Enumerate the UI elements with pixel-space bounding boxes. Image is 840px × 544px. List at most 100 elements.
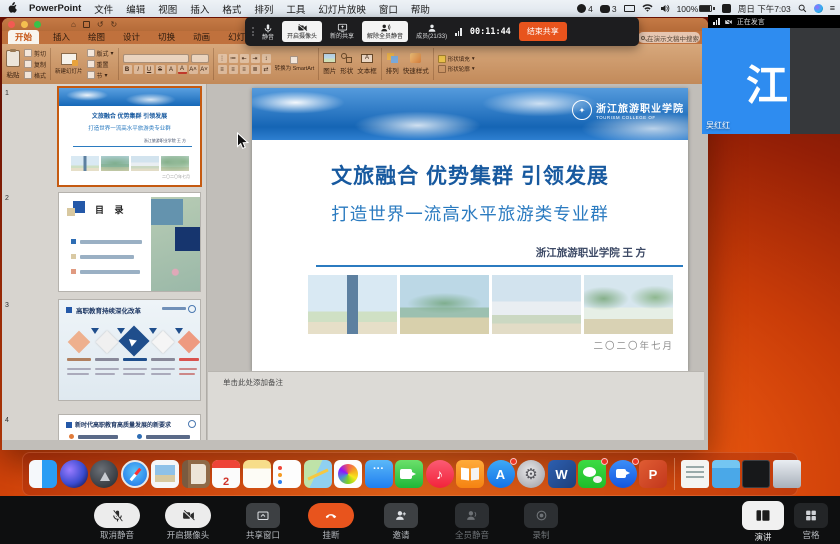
call-status-icon[interactable]: 4 xyxy=(577,4,593,14)
dock-contacts-icon[interactable] xyxy=(182,460,210,488)
justify-button[interactable]: ≣ xyxy=(251,65,260,74)
slide-thumbnail-panel[interactable]: 1 2 3 4 文旅融合 优势集群 引领发展 打造世界一流高水平旅游类专业群 浙… xyxy=(2,84,207,440)
dock-calendar-icon[interactable]: 2 xyxy=(212,460,240,488)
gallery-view-button[interactable]: 宫格 xyxy=(794,503,828,540)
decrease-font-button[interactable]: A˅ xyxy=(200,65,209,74)
dock-safari-icon[interactable] xyxy=(121,460,149,488)
underline-button[interactable]: U xyxy=(145,65,154,74)
dock-reminders-icon[interactable] xyxy=(273,460,301,488)
convert-smartart-button[interactable]: 转换为 SmartArt xyxy=(275,56,315,72)
format-painter-button[interactable]: 格式 xyxy=(24,71,46,80)
wifi-icon[interactable] xyxy=(642,4,653,13)
paste-button[interactable]: 粘贴 xyxy=(6,50,20,79)
font-size-select[interactable] xyxy=(191,54,209,63)
layout-button[interactable]: 版式▾ xyxy=(87,49,114,58)
align-center-button[interactable]: ≡ xyxy=(229,65,238,74)
text-shadow-button[interactable]: A xyxy=(167,65,176,74)
save-icon[interactable] xyxy=(83,21,90,28)
speaker-view-button[interactable]: 演讲 xyxy=(742,501,784,542)
strikethrough-button[interactable]: S xyxy=(156,65,165,74)
participant-video-panel[interactable]: 江 吴红红 xyxy=(702,28,840,134)
slide-thumbnail-2[interactable]: 目 录 xyxy=(59,193,200,291)
menu-insert[interactable]: 插入 xyxy=(190,2,209,16)
align-left-button[interactable]: ≡ xyxy=(218,65,227,74)
slide-title[interactable]: 文旅融合 优势集群 引领发展 xyxy=(252,160,688,190)
menu-view[interactable]: 视图 xyxy=(158,2,177,16)
copy-button[interactable]: 复制 xyxy=(24,60,46,69)
dock-appstore-icon[interactable]: A xyxy=(487,460,515,488)
dock-minimized-window-icon[interactable] xyxy=(742,460,770,488)
toolbar-camera-button[interactable]: 开启摄像头 xyxy=(282,21,322,42)
numbering-button[interactable]: ≔ xyxy=(229,54,238,63)
menu-slideshow[interactable]: 幻灯片放映 xyxy=(318,2,366,16)
screen-mirroring-icon[interactable] xyxy=(624,5,635,12)
camera-button[interactable]: 开启摄像头 xyxy=(165,503,211,540)
tab-home[interactable]: 开始 xyxy=(8,30,39,44)
line-spacing-button[interactable]: ↕ xyxy=(262,54,271,63)
quick-styles-button[interactable]: 快速样式 xyxy=(403,53,429,75)
insert-picture-button[interactable]: 图片 xyxy=(323,53,336,75)
dock-music-icon[interactable]: ♪ xyxy=(426,460,454,488)
new-slide-button[interactable]: 新建幻灯片 xyxy=(55,53,83,75)
dock-siri-icon[interactable] xyxy=(60,460,88,488)
share-window-button[interactable]: 共享窗口 xyxy=(246,503,280,540)
dock-trash-icon[interactable] xyxy=(773,460,801,488)
hangup-button[interactable]: 挂断 xyxy=(308,503,354,540)
dock-preview-icon[interactable] xyxy=(151,460,179,488)
menubar-clock[interactable]: 周日 下午7:03 xyxy=(738,3,791,15)
decrease-indent-button[interactable]: ⇤ xyxy=(240,54,249,63)
menu-edit[interactable]: 编辑 xyxy=(126,2,145,16)
dock-books-icon[interactable] xyxy=(456,460,484,488)
dock-tencent-meeting-icon[interactable] xyxy=(609,460,637,488)
shape-outline-button[interactable]: 形状轮廓▾ xyxy=(438,65,475,73)
increase-indent-button[interactable]: ⇥ xyxy=(251,54,260,63)
invite-button[interactable]: 邀请 xyxy=(384,503,418,540)
dock-wechat-icon[interactable] xyxy=(578,460,606,488)
chat-status-icon[interactable]: 3 xyxy=(600,4,617,14)
dock-powerpoint-icon[interactable]: P xyxy=(639,460,667,488)
mute-all-button[interactable]: 全员静音 xyxy=(455,503,489,540)
undo-icon[interactable]: ↺ xyxy=(97,21,104,29)
reset-button[interactable]: 重置 xyxy=(87,60,114,69)
notes-pane[interactable]: 单击此处添加备注 xyxy=(208,371,704,440)
slide-byline[interactable]: 浙江旅游职业学院 王 方 xyxy=(536,245,646,260)
tab-animations[interactable]: 动画 xyxy=(189,30,214,44)
notification-center-icon[interactable]: ≡ xyxy=(830,4,835,13)
slide-date[interactable]: 二〇二〇年七月 xyxy=(593,338,674,352)
unmute-button[interactable]: 取消静音 xyxy=(94,503,140,540)
increase-font-button[interactable]: A˄ xyxy=(189,65,198,74)
battery-indicator[interactable]: 100% xyxy=(677,4,715,14)
menu-file[interactable]: 文件 xyxy=(94,2,113,16)
bullets-button[interactable]: ⋮ xyxy=(218,54,227,63)
shape-fill-button[interactable]: 形状填充▾ xyxy=(438,55,475,63)
dock-downloads-folder-icon[interactable] xyxy=(712,460,740,488)
volume-icon[interactable] xyxy=(660,4,670,13)
close-window-button[interactable] xyxy=(8,21,15,28)
insert-shapes-button[interactable]: 形状 xyxy=(340,53,353,75)
tab-design[interactable]: 设计 xyxy=(119,30,144,44)
font-name-select[interactable] xyxy=(123,54,189,63)
dock-messages-icon[interactable] xyxy=(365,460,393,488)
slide-thumbnail-1[interactable]: 文旅融合 优势集群 引领发展 打造世界一流高水平旅游类专业群 浙江旅游职业学院 … xyxy=(59,88,200,185)
spotlight-search-icon[interactable] xyxy=(798,4,807,13)
presentation-search-input[interactable]: 在演示文稿中搜索 xyxy=(638,32,700,43)
insert-textbox-button[interactable]: A文本框 xyxy=(357,54,377,75)
menu-help[interactable]: 帮助 xyxy=(411,2,430,16)
font-color-button[interactable]: A xyxy=(178,65,187,74)
italic-button[interactable]: I xyxy=(134,65,143,74)
redo-icon[interactable]: ↻ xyxy=(111,21,118,29)
dock-finder-icon[interactable] xyxy=(29,460,57,488)
tab-draw[interactable]: 绘图 xyxy=(84,30,109,44)
record-button[interactable]: 录制 xyxy=(524,503,558,540)
apple-menu-icon[interactable] xyxy=(8,1,18,16)
home-icon[interactable]: ⌂ xyxy=(71,21,76,29)
align-right-button[interactable]: ≡ xyxy=(240,65,249,74)
minimize-window-button[interactable] xyxy=(21,21,28,28)
toolbar-new-share-button[interactable]: 新的共享 xyxy=(330,23,354,40)
section-button[interactable]: 节▾ xyxy=(87,71,114,80)
tab-insert[interactable]: 插入 xyxy=(49,30,74,44)
menu-arrange[interactable]: 排列 xyxy=(254,2,273,16)
dock-system-preferences-icon[interactable]: ⚙ xyxy=(517,460,545,488)
dock-word-icon[interactable]: W xyxy=(548,460,576,488)
toolbar-mute-button[interactable]: 静音 xyxy=(262,23,274,41)
